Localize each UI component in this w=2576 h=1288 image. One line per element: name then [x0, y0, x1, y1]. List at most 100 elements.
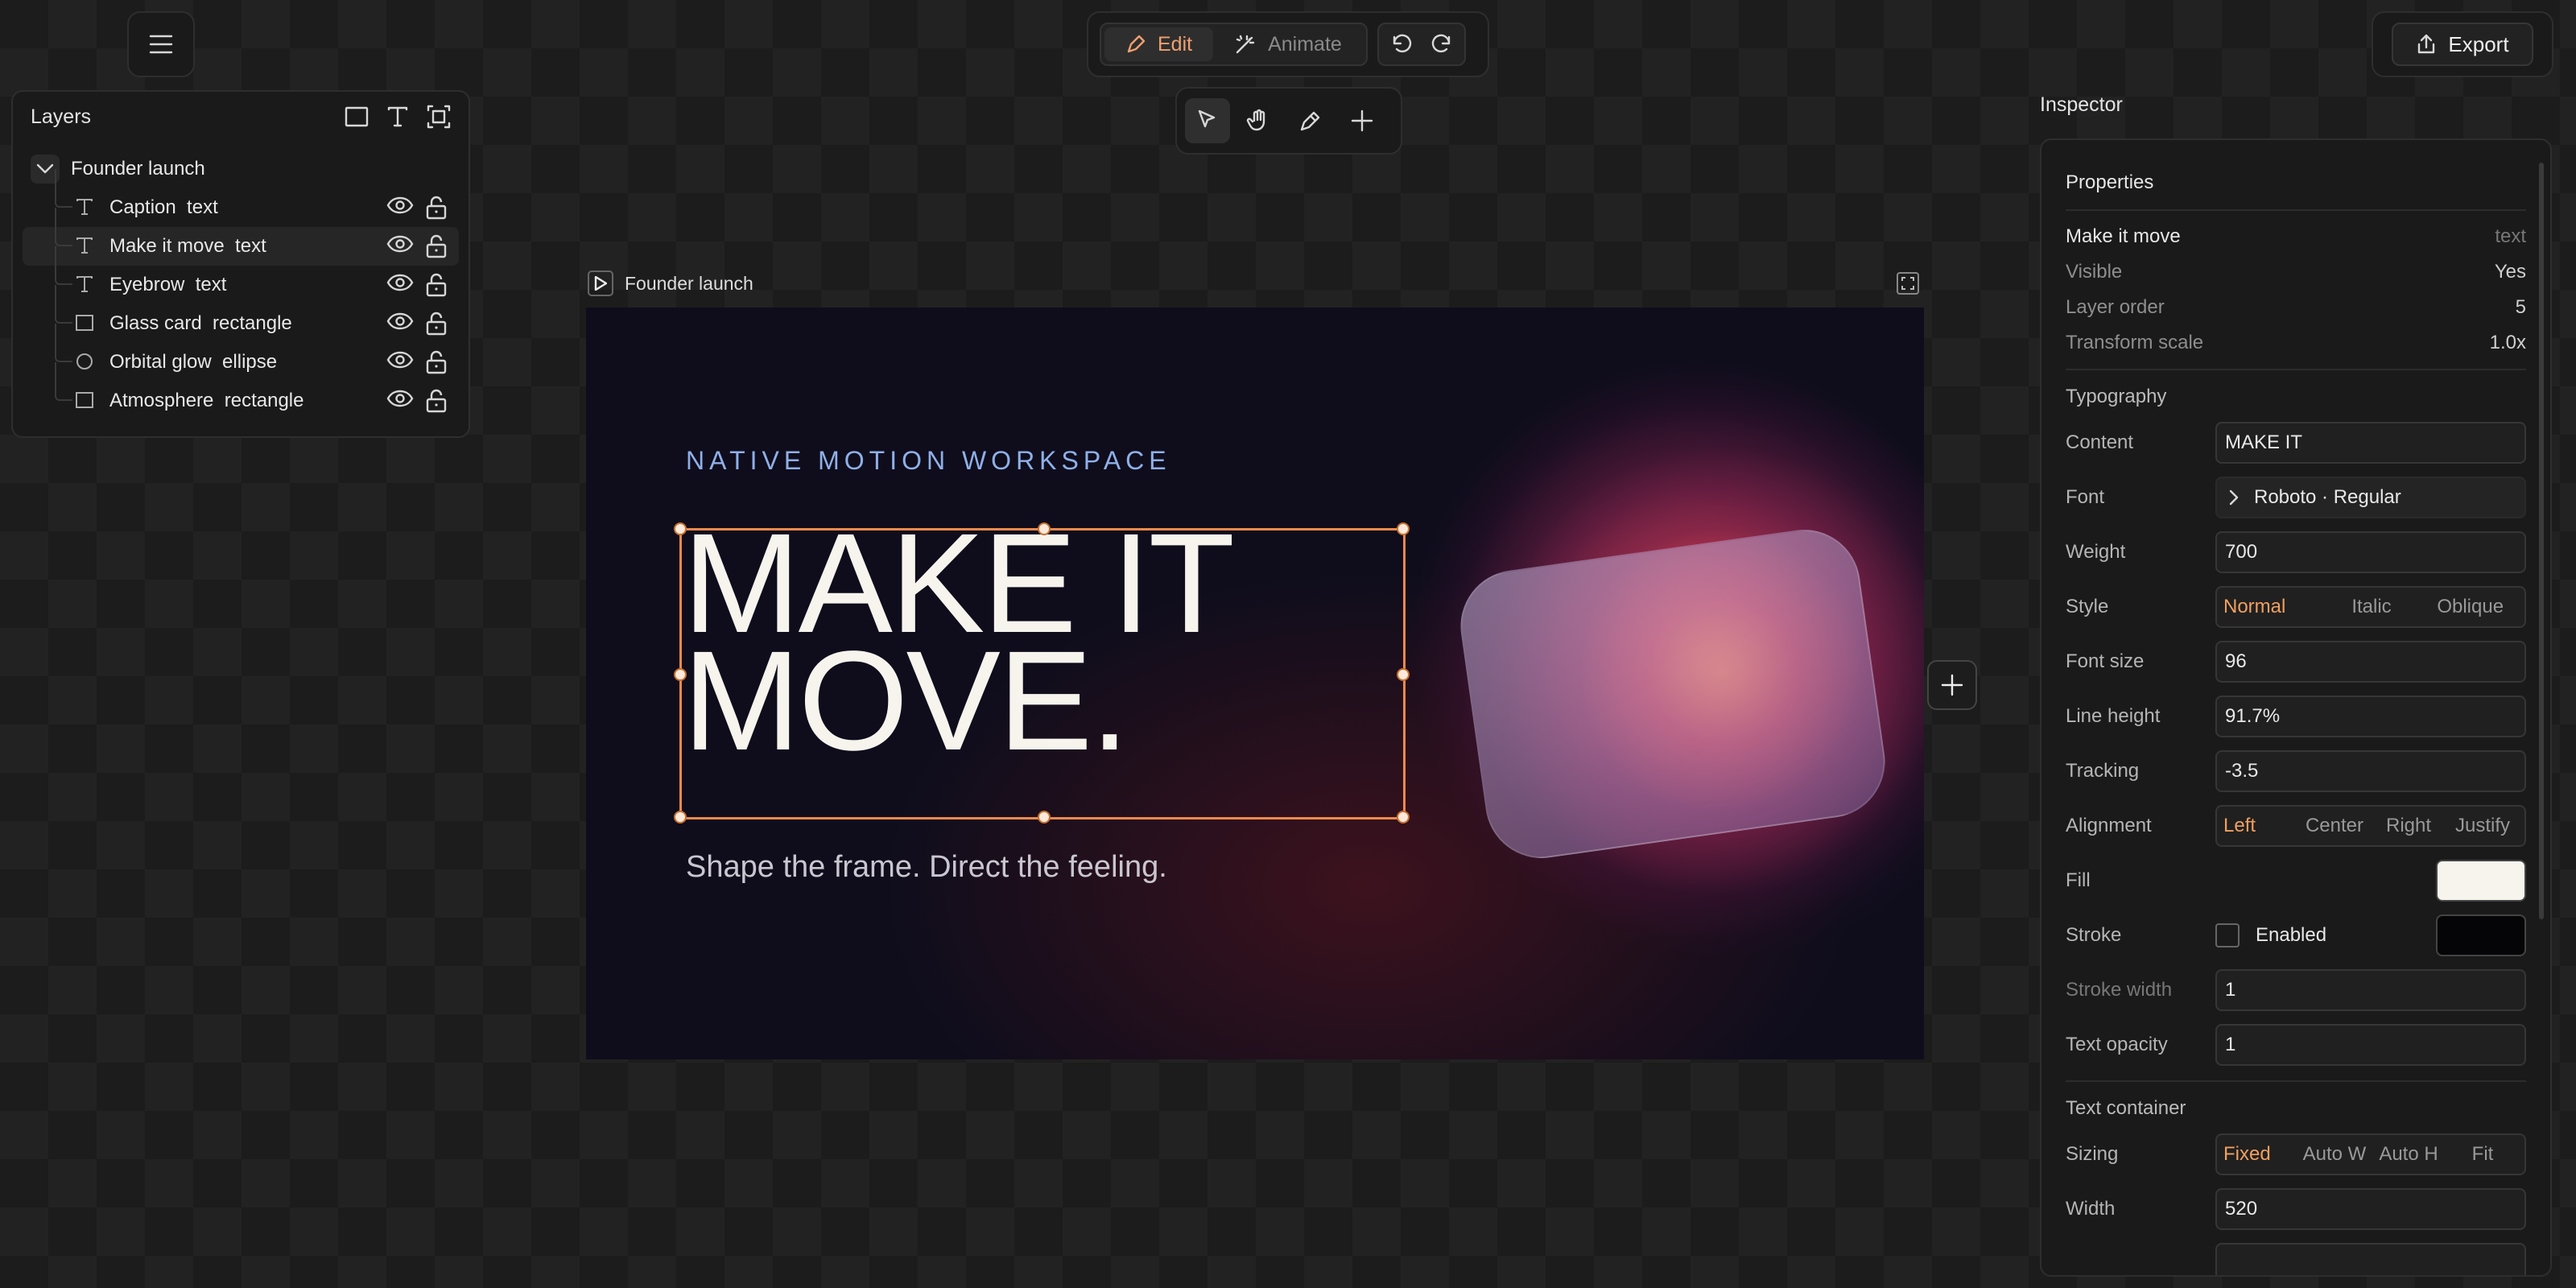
glass-card[interactable] [1453, 522, 1893, 866]
sizing-fixed[interactable]: Fixed [2222, 1143, 2297, 1166]
sizing-label: Sizing [2066, 1143, 2119, 1165]
pen-tool[interactable] [1288, 98, 1333, 143]
magic-wand-icon [1236, 35, 1255, 54]
inspector-scrollbar[interactable] [2539, 163, 2544, 919]
content-label: Content [2066, 431, 2134, 453]
hand-icon [1246, 109, 1265, 131]
layer-row[interactable]: Atmosphere rectangle [23, 362, 459, 420]
add-tool[interactable] [1340, 98, 1385, 143]
layer-label: Atmosphere rectangle [109, 390, 304, 411]
chevron-right-icon [2229, 489, 2239, 506]
align-justify[interactable]: Justify [2446, 815, 2520, 837]
add-frame-button[interactable] [1927, 660, 1977, 710]
unlock-icon [426, 234, 447, 258]
text-layer-icon [74, 196, 95, 217]
redo-button[interactable] [1424, 27, 1459, 62]
eyebrow-text[interactable]: NATIVE MOTION WORKSPACE [686, 446, 1171, 476]
lock-toggle[interactable] [425, 273, 448, 297]
mode-toolbar: Edit Animate [1087, 11, 1489, 77]
sizing-auto-w[interactable]: Auto W [2297, 1143, 2372, 1166]
style-normal[interactable]: Normal [2222, 596, 2322, 618]
lock-toggle[interactable] [425, 196, 448, 220]
align-right[interactable]: Right [2372, 815, 2446, 837]
text-opacity-input[interactable]: 1 [2215, 1024, 2526, 1066]
layer-row[interactable]: Glass card rectangle [23, 285, 459, 343]
font-size-input[interactable]: 96 [2215, 641, 2526, 683]
expand-frame-icon[interactable] [1897, 272, 1919, 295]
lock-toggle[interactable] [425, 312, 448, 336]
animate-tab[interactable]: Animate [1213, 27, 1363, 61]
resize-handle-s[interactable] [1038, 811, 1051, 824]
visibility-toggle[interactable] [386, 389, 414, 413]
eye-icon [386, 351, 414, 369]
sizing-auto-h[interactable]: Auto H [2372, 1143, 2446, 1166]
alignment-row: Alignment Left Center Right Justify [2066, 799, 2526, 853]
resize-handle-sw[interactable] [674, 811, 687, 824]
add-rectangle-icon[interactable] [345, 106, 369, 127]
style-oblique[interactable]: Oblique [2421, 596, 2520, 618]
stroke-width-row: Stroke width 1 [2066, 963, 2526, 1018]
lock-toggle[interactable] [425, 350, 448, 374]
layer-row[interactable]: Caption text [23, 169, 459, 227]
eye-icon [386, 390, 414, 407]
typography-title: Typography [2066, 386, 2167, 407]
undo-button[interactable] [1384, 27, 1419, 62]
layer-row[interactable]: Orbital glow ellipse [23, 324, 459, 382]
visibility-toggle[interactable] [386, 234, 414, 258]
resize-handle-se[interactable] [1397, 811, 1410, 824]
export-button[interactable]: Export [2392, 23, 2533, 66]
style-segmented: Normal Italic Oblique [2215, 586, 2526, 628]
visibility-toggle[interactable] [386, 312, 414, 336]
layer-row[interactable]: Make it move text [23, 208, 459, 266]
lock-toggle[interactable] [425, 389, 448, 413]
tracking-input[interactable]: -3.5 [2215, 750, 2526, 792]
undo-icon [1393, 34, 1412, 53]
play-icon[interactable] [588, 270, 613, 296]
visibility-toggle[interactable] [386, 350, 414, 374]
resize-handle-e[interactable] [1397, 668, 1410, 681]
height-input[interactable] [2215, 1243, 2526, 1275]
edit-tab[interactable]: Edit [1104, 27, 1214, 61]
visibility-toggle[interactable] [386, 273, 414, 297]
layer-group-root[interactable]: Founder launch [11, 150, 470, 188]
width-input[interactable]: 520 [2215, 1188, 2526, 1230]
select-tool[interactable] [1185, 98, 1230, 143]
tree-connector [55, 362, 72, 401]
stroke-enabled-checkbox[interactable] [2215, 923, 2240, 947]
align-left[interactable]: Left [2222, 815, 2297, 837]
layers-panel: Layers Founder launch Caption text Make i… [11, 90, 470, 438]
resize-handle-w[interactable] [674, 668, 687, 681]
artboard[interactable]: NATIVE MOTION WORKSPACE MAKE IT MOVE. Sh… [586, 308, 1924, 1059]
hand-tool[interactable] [1236, 98, 1282, 143]
line-height-input[interactable]: 91.7% [2215, 696, 2526, 737]
eye-icon [386, 312, 414, 330]
layer-order-label: Layer order [2066, 296, 2165, 318]
add-text-icon[interactable] [386, 105, 409, 128]
frame-icon[interactable] [427, 105, 451, 129]
visibility-toggle[interactable] [386, 196, 414, 220]
stroke-width-input[interactable]: 1 [2215, 969, 2526, 1011]
style-italic[interactable]: Italic [2322, 596, 2421, 618]
lock-toggle[interactable] [425, 234, 448, 258]
content-input[interactable]: MAKE IT [2215, 422, 2526, 464]
sizing-fit[interactable]: Fit [2446, 1143, 2520, 1166]
style-label: Style [2066, 596, 2109, 617]
export-container: Export [2372, 11, 2553, 77]
layer-name-row: Make it move text [2066, 219, 2526, 254]
caption-text[interactable]: Shape the frame. Direct the feeling. [686, 850, 1167, 885]
frame-label[interactable]: Founder launch [588, 270, 753, 296]
fill-color-swatch[interactable] [2436, 860, 2526, 902]
align-center[interactable]: Center [2297, 815, 2372, 837]
stroke-color-swatch[interactable] [2436, 914, 2526, 956]
layer-name: Make it move [2066, 225, 2181, 247]
weight-input[interactable]: 700 [2215, 531, 2526, 573]
pen-icon [1300, 111, 1320, 131]
text-layer-icon [74, 235, 95, 256]
font-picker[interactable]: Roboto · Regular [2215, 477, 2526, 518]
layer-row[interactable]: Eyebrow text [23, 246, 459, 304]
resize-handle-ne[interactable] [1397, 522, 1410, 535]
chevron-down-icon [36, 163, 54, 174]
resize-handle-nw[interactable] [674, 522, 687, 535]
resize-handle-n[interactable] [1038, 522, 1051, 535]
menu-button[interactable] [127, 11, 195, 77]
